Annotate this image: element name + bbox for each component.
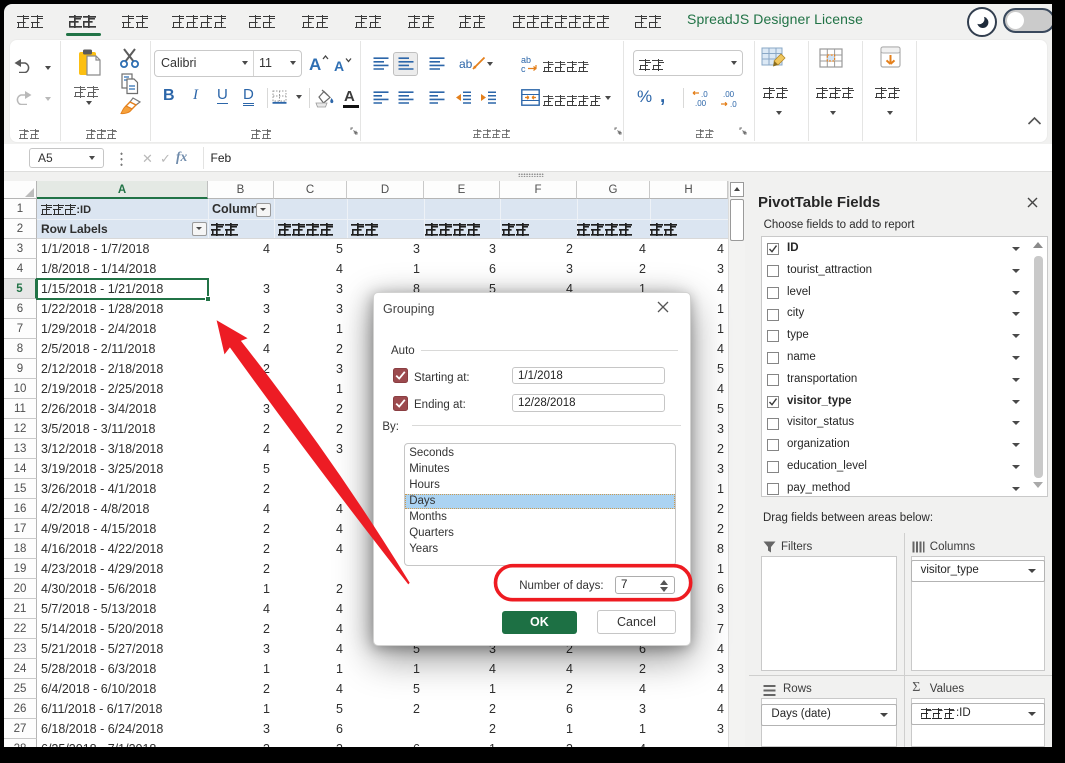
svg-text:.0: .0: [701, 90, 708, 99]
svg-text:.00: .00: [723, 90, 735, 99]
svg-text:.0: .0: [730, 100, 737, 108]
svg-text:.00: .00: [695, 99, 707, 108]
svg-text:c: c: [521, 64, 526, 73]
